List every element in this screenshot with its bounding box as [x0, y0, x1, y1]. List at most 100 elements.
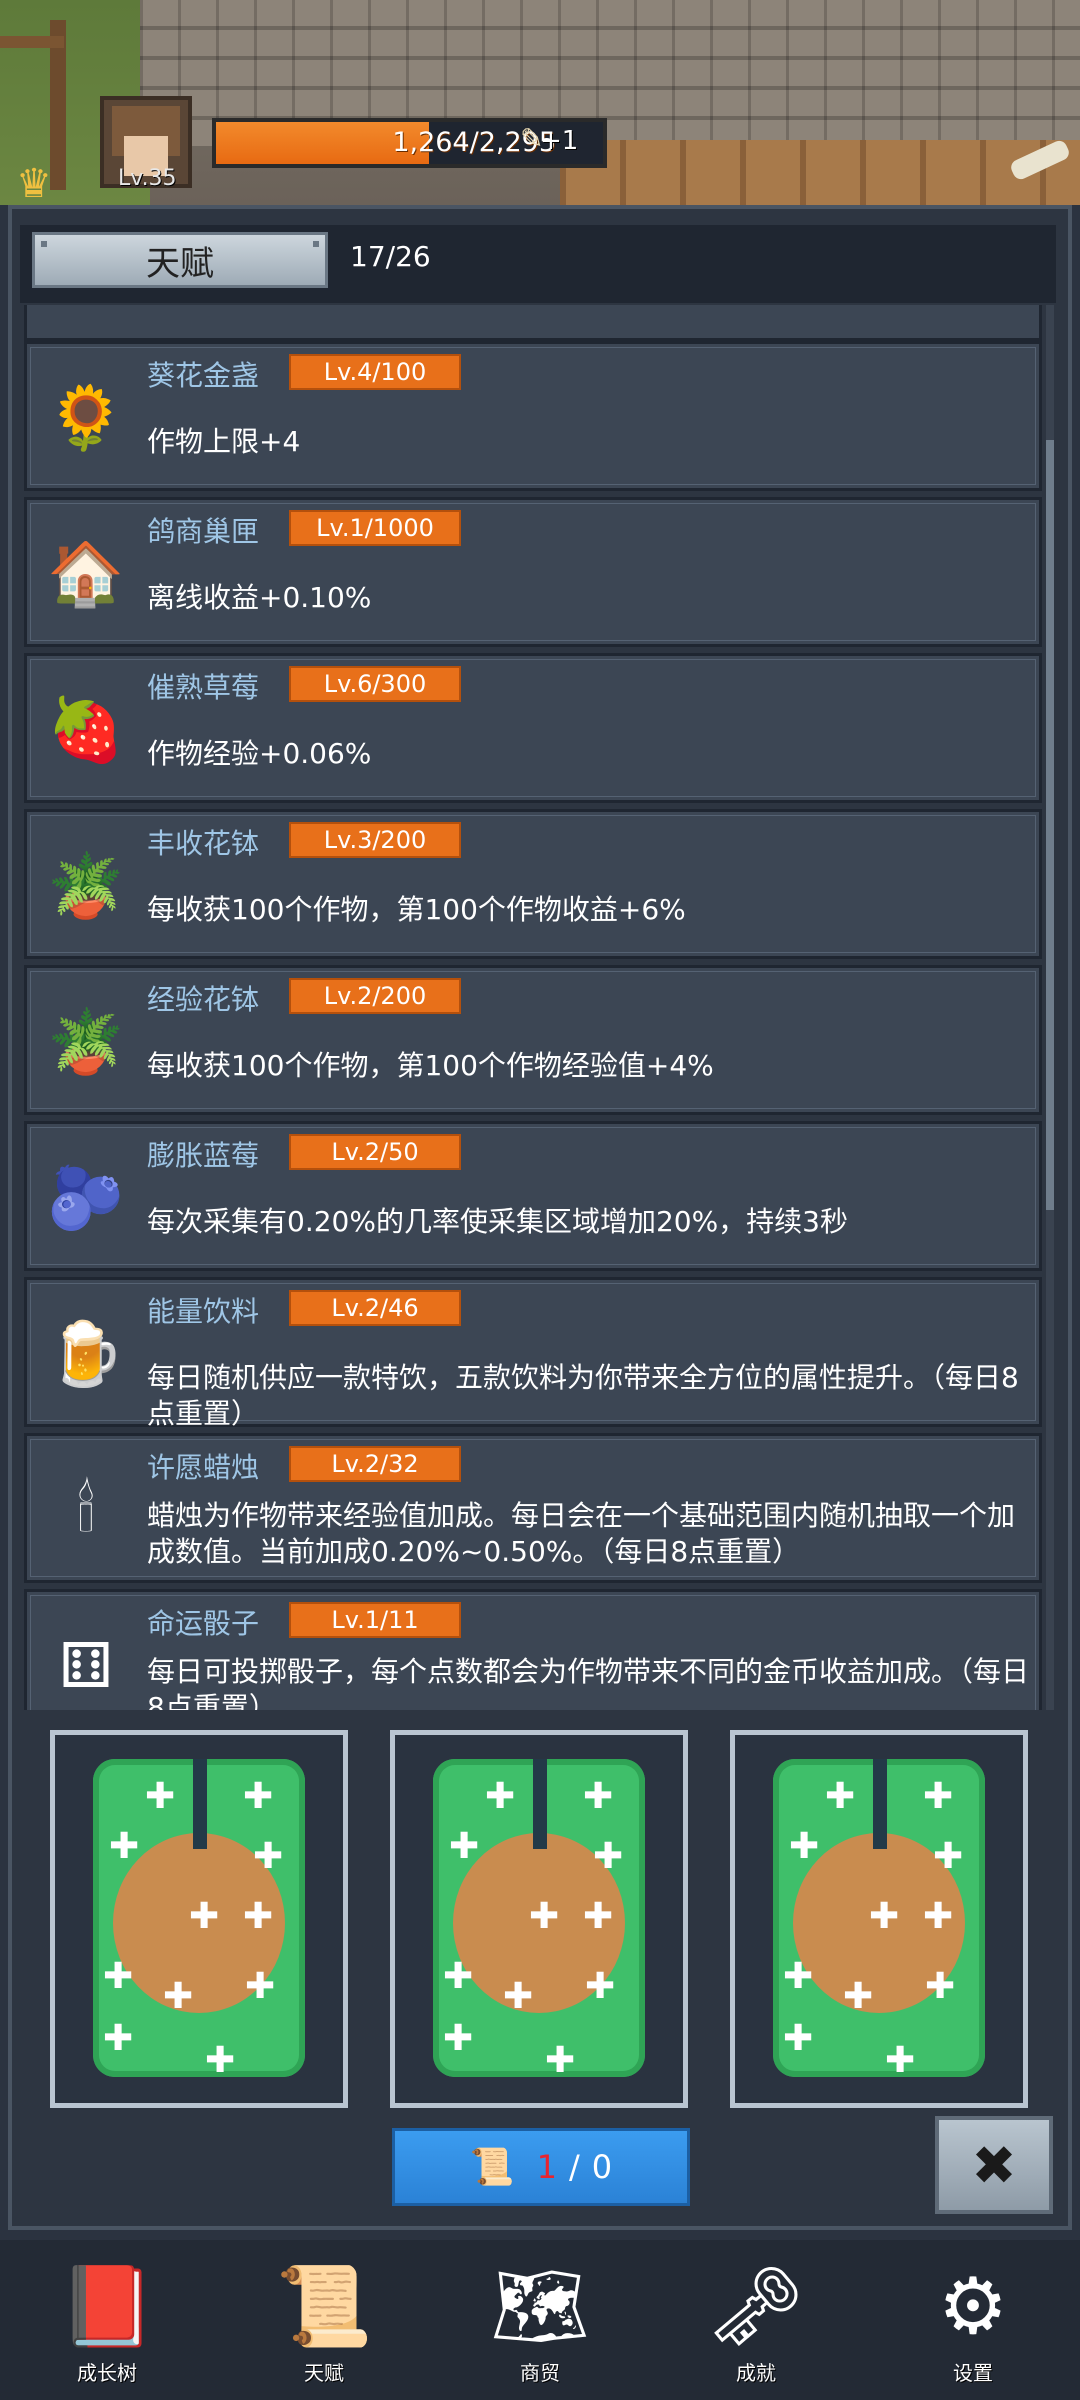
sunflower-icon: 🌻 — [47, 381, 125, 454]
talent-item[interactable]: 🪴 经验花钵 Lv.2/200 每收获100个作物，第100个作物经验值+4% — [24, 965, 1042, 1115]
nav-item[interactable]: 📜 天赋 — [244, 2262, 404, 2392]
talent-level-badge: Lv.2/50 — [289, 1134, 461, 1170]
book-icon: 📕 — [58, 2262, 156, 2352]
use-scroll-button[interactable]: 📜 1 / 0 — [392, 2128, 690, 2206]
plus-icon: ✚ — [109, 1826, 140, 1867]
talent-desc: 每收获100个作物，第100个作物经验值+4% — [147, 1049, 714, 1082]
card-art: ✚ ✚ ✚ ✚ ✚ ✚ ✚ ✚ ✚ ✚ ✚ — [433, 1759, 645, 2081]
plus-icon: ✚ — [163, 1976, 194, 2017]
reward-card[interactable]: ✚ ✚ ✚ ✚ ✚ ✚ ✚ ✚ ✚ ✚ ✚ — [390, 1730, 688, 2108]
tab-talent[interactable]: 天赋 — [32, 232, 328, 288]
talent-desc: 离线收益+0.10% — [147, 581, 372, 614]
plus-icon: ✚ — [503, 1976, 534, 2017]
talent-level-badge: Lv.4/100 — [289, 354, 461, 390]
use-separator: / — [569, 2148, 580, 2186]
nav-label: 商贸 — [520, 2361, 560, 2385]
talent-desc: 蜡烛为作物带来经验值加成。每日会在一个基础范围内随机抽取一个加成数值。当前加成0… — [147, 1499, 1016, 1568]
talent-item[interactable]: 🍺 能量饮料 Lv.2/46 每日随机供应一款特饮，五款饮料为你带来全方位的属性提升。… — [24, 1277, 1042, 1430]
scroll-bonus: +1 — [540, 126, 579, 156]
plus-icon: ✚ — [583, 1896, 614, 1937]
exp-flowerpot-icon: 🪴 — [47, 1005, 125, 1078]
birdhouse-icon: 🏠 — [47, 537, 125, 610]
talent-count: 17/26 — [350, 240, 431, 273]
talent-level-badge: Lv.3/200 — [289, 822, 461, 858]
talent-level-badge: Lv.1/1000 — [289, 510, 461, 546]
talent-desc: 作物上限+4 — [147, 425, 301, 458]
plus-icon: ✚ — [245, 1966, 276, 2007]
card-art: ✚ ✚ ✚ ✚ ✚ ✚ ✚ ✚ ✚ ✚ ✚ — [773, 1759, 985, 2081]
talent-level-badge: Lv.1/11 — [289, 1602, 461, 1638]
plus-icon: ✚ — [545, 2040, 576, 2081]
plus-icon: ✚ — [843, 1976, 874, 2017]
player-level: Lv.35 — [118, 166, 177, 191]
nav-item[interactable]: 🗺 商贸 — [460, 2262, 620, 2392]
plus-icon: ✚ — [783, 2018, 814, 2059]
plus-icon: ✚ — [783, 1956, 814, 1997]
close-icon: ✖ — [971, 2133, 1017, 2197]
talent-item[interactable]: 🪴 丰收花钵 Lv.3/200 每收获100个作物，第100个作物收益+6% — [24, 809, 1042, 959]
talent-name: 鸽商巢匣 — [147, 515, 260, 548]
talent-name: 膨胀蓝莓 — [147, 1139, 260, 1172]
list-item-partial — [24, 305, 1042, 341]
talent-desc: 每次采集有0.20%的几率使采集区域增加20%，持续3秒 — [147, 1205, 849, 1238]
talent-name: 能量饮料 — [147, 1295, 260, 1328]
fence — [560, 140, 1080, 205]
talent-level-badge: Lv.2/200 — [289, 978, 461, 1014]
crown-icon: ♛ — [16, 161, 52, 207]
talent-name: 葵花金盏 — [147, 359, 260, 392]
reward-card[interactable]: ✚ ✚ ✚ ✚ ✚ ✚ ✚ ✚ ✚ ✚ ✚ — [730, 1730, 1028, 2108]
nav-item[interactable]: ⚙ 设置 — [893, 2262, 1053, 2392]
plus-icon: ✚ — [449, 1826, 480, 1867]
plus-icon: ✚ — [869, 1896, 900, 1937]
scrollbar-thumb[interactable] — [1046, 440, 1054, 1210]
plus-icon: ✚ — [443, 1956, 474, 1997]
strawberry-icon: 🍓 — [47, 693, 125, 766]
talent-level-badge: Lv.6/300 — [289, 666, 461, 702]
reward-card[interactable]: ✚ ✚ ✚ ✚ ✚ ✚ ✚ ✚ ✚ ✚ ✚ — [50, 1730, 348, 2108]
plus-icon: ✚ — [923, 1776, 954, 1817]
nav-label: 成长树 — [77, 2361, 137, 2385]
scroll-icon: 📜 — [275, 2262, 373, 2352]
talent-item[interactable]: 🏠 鸽商巢匣 Lv.1/1000 离线收益+0.10% — [24, 497, 1042, 647]
talent-list[interactable]: 🌻 葵花金盏 Lv.4/100 作物上限+4 🏠 鸽商巢匣 Lv.1/1000 离线收益+0.… — [24, 305, 1044, 1710]
use-total: 0 — [591, 2148, 613, 2186]
scroll-icon: 📜 — [469, 2147, 515, 2188]
talent-name: 丰收花钵 — [147, 827, 260, 860]
blueberry-icon: 🫐 — [47, 1161, 125, 1234]
plus-icon: ✚ — [585, 1966, 616, 2007]
plus-icon: ✚ — [485, 1776, 516, 1817]
nav-item[interactable]: 📕 成长树 — [27, 2262, 187, 2392]
talent-desc: 作物经验+0.06% — [147, 737, 372, 770]
nav-label: 成就 — [736, 2361, 776, 2385]
talent-name: 催熟草莓 — [147, 671, 260, 704]
plus-icon: ✚ — [885, 2040, 916, 2081]
nav-label: 设置 — [953, 2361, 993, 2385]
talent-desc: 每收获100个作物，第100个作物收益+6% — [147, 893, 686, 926]
talent-item[interactable]: 🕯 许愿蜡烛 Lv.2/32 蜡烛为作物带来经验值加成。每日会在一个基础范围内随机抽取… — [24, 1433, 1042, 1583]
plus-icon: ✚ — [583, 1776, 614, 1817]
plus-icon: ✚ — [443, 2018, 474, 2059]
key-icon: 🗝 — [706, 2262, 806, 2352]
talent-level-badge: Lv.2/46 — [289, 1290, 461, 1326]
map-icon: 🗺 — [490, 2262, 590, 2352]
plus-icon: ✚ — [103, 2018, 134, 2059]
plus-icon: ✚ — [205, 2040, 236, 2081]
plus-icon: ✚ — [243, 1896, 274, 1937]
talent-item[interactable]: 🍓 催熟草莓 Lv.6/300 作物经验+0.06% — [24, 653, 1042, 803]
close-button[interactable]: ✖ — [935, 2116, 1053, 2214]
talent-item[interactable]: ⚅ 命运骰子 Lv.1/11 每日可投掷骰子，每个点数都会为作物带来不同的金币收益加成… — [24, 1589, 1042, 1710]
talent-item[interactable]: 🫐 膨胀蓝莓 Lv.2/50 每次采集有0.20%的几率使采集区域增加20%，持续3秒 — [24, 1121, 1042, 1271]
talent-item[interactable]: 🌻 葵花金盏 Lv.4/100 作物上限+4 — [24, 341, 1042, 491]
flowerpot-icon: 🪴 — [47, 849, 125, 922]
plus-icon: ✚ — [933, 1836, 964, 1877]
candle-icon: 🕯 — [77, 1473, 95, 1546]
nav-item[interactable]: 🗝 成就 — [676, 2262, 836, 2392]
talent-level-badge: Lv.2/32 — [289, 1446, 461, 1482]
card-art: ✚ ✚ ✚ ✚ ✚ ✚ ✚ ✚ ✚ ✚ ✚ — [93, 1759, 305, 2081]
plus-icon: ✚ — [243, 1776, 274, 1817]
xp-text: 1,264/2,295 — [392, 127, 556, 158]
plus-icon: ✚ — [189, 1896, 220, 1937]
dice-icon: ⚅ — [59, 1629, 113, 1702]
talent-desc: 每日随机供应一款特饮，五款饮料为你带来全方位的属性提升。（每日8点重置） — [147, 1361, 1019, 1430]
plus-icon: ✚ — [103, 1956, 134, 1997]
